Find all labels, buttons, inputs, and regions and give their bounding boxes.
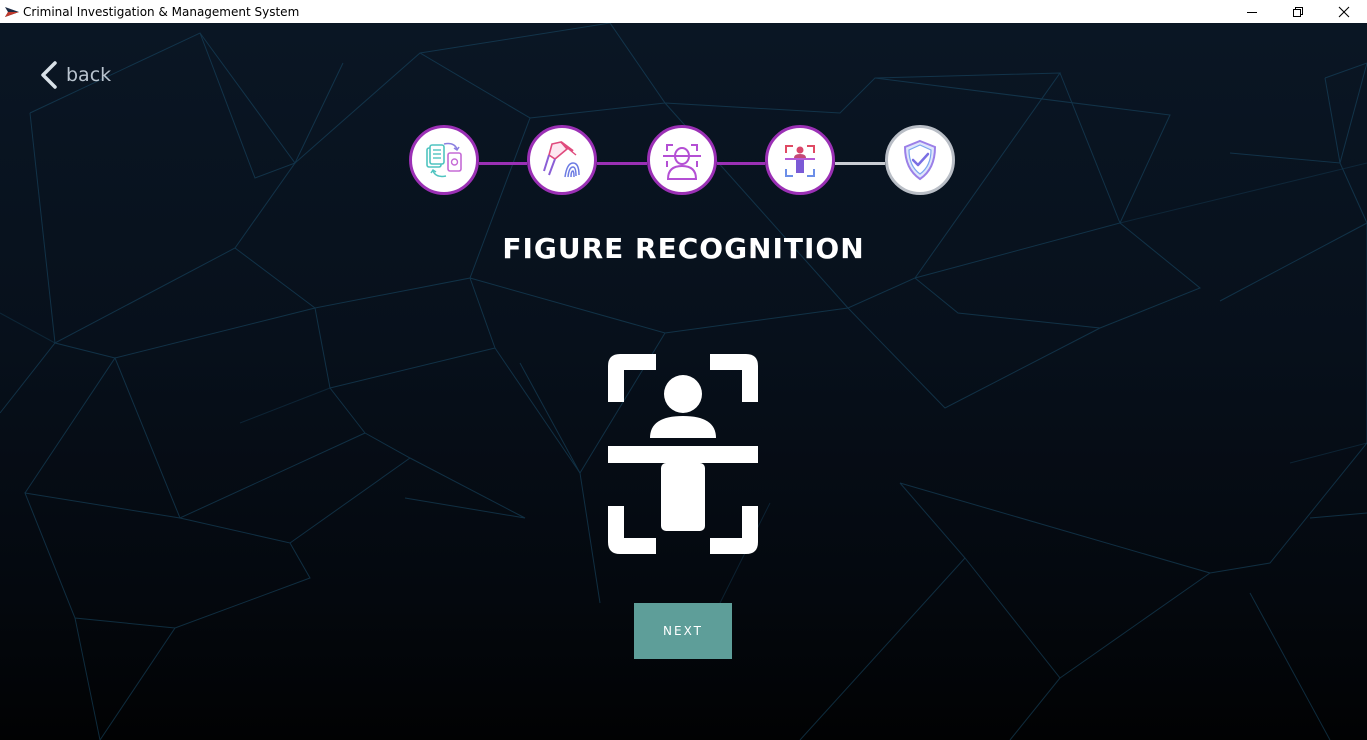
step-connector	[717, 162, 765, 165]
app-window: Criminal Investigation & Management Syst…	[0, 0, 1367, 740]
back-button[interactable]: back	[38, 61, 111, 89]
step-documents[interactable]	[409, 125, 479, 195]
close-icon	[1338, 6, 1350, 17]
page-title: FIGURE RECOGNITION	[502, 232, 865, 265]
fingerprint-dusting-icon	[543, 141, 580, 178]
figure-recognition-icon	[608, 354, 758, 554]
next-button[interactable]: NEXT	[634, 603, 732, 659]
step-fingerprint[interactable]	[527, 125, 597, 195]
restore-button[interactable]	[1275, 0, 1321, 23]
step-connector	[597, 162, 647, 165]
chevron-left-icon	[41, 61, 57, 89]
step-figure-recognition[interactable]	[765, 125, 835, 195]
figure-scan-icon	[785, 145, 815, 177]
step-verification[interactable]	[885, 125, 955, 195]
step-connector	[479, 162, 527, 165]
documents-sync-icon	[426, 142, 462, 178]
window-title: Criminal Investigation & Management Syst…	[23, 4, 300, 19]
progress-stepper	[409, 125, 958, 201]
minimize-button[interactable]	[1229, 0, 1275, 23]
face-scan-icon	[663, 144, 701, 180]
window-controls	[1229, 0, 1367, 23]
app-logo-icon	[4, 4, 20, 20]
shield-check-icon	[903, 139, 937, 181]
minimize-icon	[1247, 11, 1257, 13]
step-face-scan[interactable]	[647, 125, 717, 195]
title-bar: Criminal Investigation & Management Syst…	[0, 0, 1367, 23]
back-label: back	[66, 64, 112, 86]
main-content: back FIGURE RECOGNITION NEXT	[0, 23, 1367, 740]
restore-icon	[1293, 6, 1303, 17]
close-button[interactable]	[1321, 0, 1367, 23]
step-connector	[835, 162, 885, 165]
